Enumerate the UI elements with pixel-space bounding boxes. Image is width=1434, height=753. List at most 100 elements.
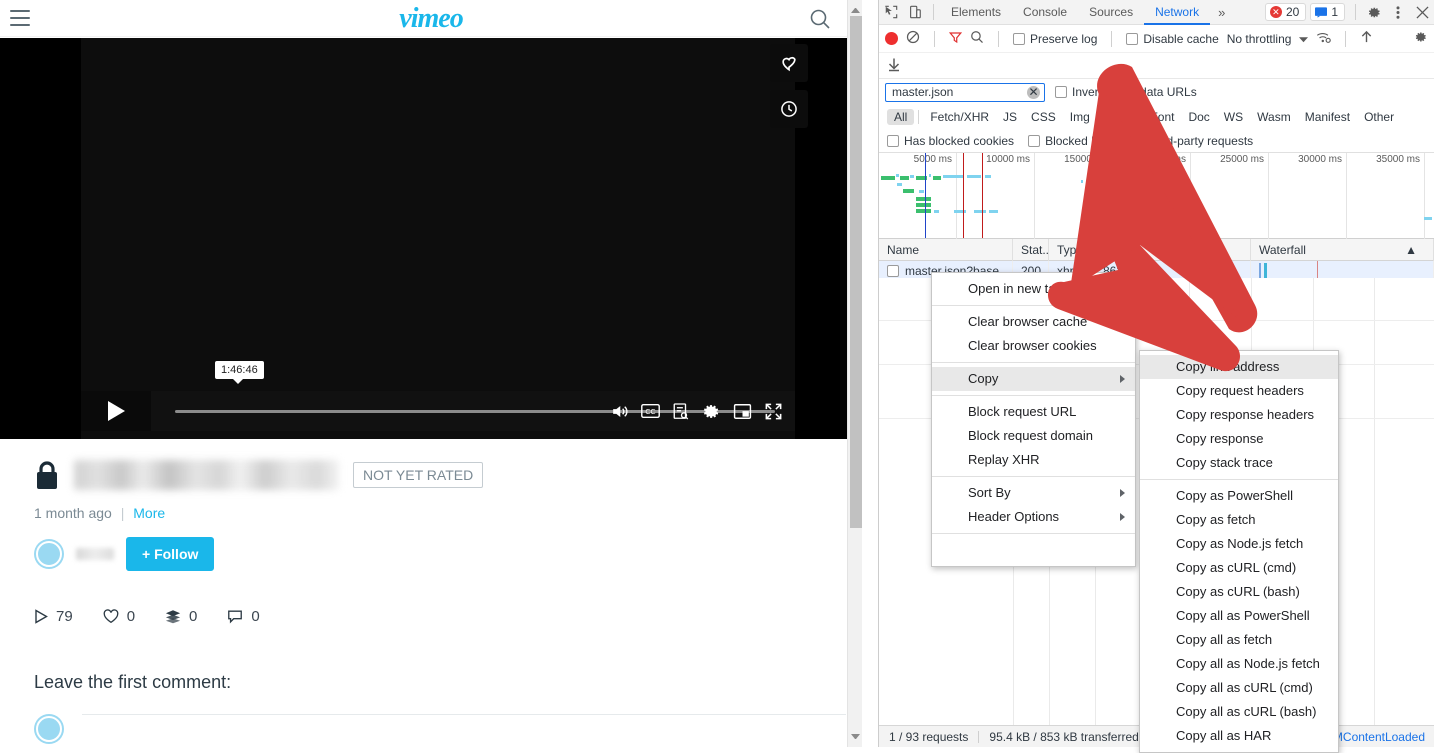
- type-filter-img[interactable]: Img: [1063, 109, 1097, 125]
- close-icon[interactable]: [1410, 0, 1434, 25]
- scroll-down-icon[interactable]: [851, 734, 860, 743]
- column-initiator[interactable]: Initiator: [1095, 238, 1189, 261]
- chevron-down-icon[interactable]: [1299, 32, 1309, 46]
- fullscreen-icon[interactable]: [764, 402, 783, 421]
- submenu-copy-as-powershell[interactable]: Copy as PowerShell: [1140, 484, 1338, 508]
- third-party-requests-checkbox[interactable]: 3rd-party requests: [1156, 134, 1253, 148]
- scrollbar-thumb[interactable]: [850, 16, 862, 528]
- play-button[interactable]: [81, 391, 151, 431]
- video-player[interactable]: 1:46:46 CC: [0, 38, 862, 439]
- ctx-header-options[interactable]: Header Options: [932, 505, 1135, 529]
- tab-console[interactable]: Console: [1012, 0, 1078, 25]
- more-options-icon[interactable]: [1386, 0, 1410, 25]
- submenu-copy-all-as-curl-bash[interactable]: Copy all as cURL (bash): [1140, 700, 1338, 724]
- submenu-copy-as-nodejs-fetch[interactable]: Copy as Node.js fetch: [1140, 532, 1338, 556]
- throttling-select[interactable]: No throttling: [1227, 32, 1292, 46]
- clear-filter-icon[interactable]: ✕: [1027, 85, 1040, 99]
- type-filter-wasm[interactable]: Wasm: [1250, 109, 1298, 125]
- type-filter-manifest[interactable]: Manifest: [1298, 109, 1357, 125]
- stat-comments[interactable]: 0: [227, 608, 260, 625]
- record-icon[interactable]: [885, 32, 898, 45]
- submenu-copy-all-as-curl-cmd[interactable]: Copy all as cURL (cmd): [1140, 676, 1338, 700]
- ctx-sort-by[interactable]: Sort By: [932, 481, 1135, 505]
- submenu-copy-all-as-nodejs-fetch[interactable]: Copy all as Node.js fetch: [1140, 652, 1338, 676]
- submenu-copy-all-as-fetch[interactable]: Copy all as fetch: [1140, 628, 1338, 652]
- gear-icon[interactable]: [702, 402, 721, 421]
- row-checkbox[interactable]: [887, 265, 899, 277]
- column-time[interactable]: Time: [1189, 238, 1251, 261]
- tab-elements[interactable]: Elements: [940, 0, 1012, 25]
- submenu-copy-response-headers[interactable]: Copy response headers: [1140, 403, 1338, 427]
- submenu-copy-as-curl-cmd[interactable]: Copy as cURL (cmd): [1140, 556, 1338, 580]
- type-filter-ws[interactable]: WS: [1217, 109, 1250, 125]
- network-context-menu[interactable]: Open in new tab Clear browser cache Clea…: [931, 272, 1136, 567]
- tab-sources[interactable]: Sources: [1078, 0, 1144, 25]
- submenu-copy-link-address[interactable]: Copy link address: [1140, 355, 1338, 379]
- ctx-clear-browser-cookies[interactable]: Clear browser cookies: [932, 334, 1135, 358]
- ctx-copy[interactable]: Copy: [932, 367, 1135, 391]
- import-har-icon[interactable]: [1360, 30, 1373, 47]
- comment-input[interactable]: [82, 714, 846, 744]
- type-filter-css[interactable]: CSS: [1024, 109, 1063, 125]
- tab-network[interactable]: Network: [1144, 0, 1211, 25]
- search-icon[interactable]: [808, 7, 832, 31]
- video-stage[interactable]: [81, 38, 808, 439]
- submenu-copy-request-headers[interactable]: Copy request headers: [1140, 379, 1338, 403]
- message-count-badge[interactable]: 1: [1310, 3, 1345, 21]
- ctx-save-all-as-har[interactable]: [932, 538, 1135, 562]
- type-filter-doc[interactable]: Doc: [1181, 109, 1216, 125]
- more-link[interactable]: More: [133, 505, 165, 521]
- search-icon[interactable]: [970, 30, 984, 47]
- filter-input[interactable]: master.json ✕: [885, 82, 1045, 102]
- avatar[interactable]: [34, 539, 64, 569]
- more-tabs-icon[interactable]: »: [1210, 5, 1233, 20]
- preserve-log-checkbox[interactable]: Preserve log: [1013, 32, 1097, 46]
- error-count-badge[interactable]: ✕ 20: [1264, 3, 1307, 21]
- closed-captions-icon[interactable]: CC: [641, 403, 660, 419]
- has-blocked-cookies-checkbox[interactable]: Has blocked cookies: [887, 134, 1014, 148]
- stat-collections[interactable]: 0: [165, 608, 197, 625]
- ctx-block-request-url[interactable]: Block request URL: [932, 400, 1135, 424]
- device-toolbar-icon[interactable]: [903, 0, 927, 25]
- network-conditions-icon[interactable]: [1316, 31, 1332, 47]
- submenu-copy-all-as-har[interactable]: Copy all as HAR: [1140, 724, 1338, 748]
- column-name[interactable]: Name: [879, 238, 1013, 261]
- submenu-copy-all-as-powershell[interactable]: Copy all as PowerShell: [1140, 604, 1338, 628]
- type-filter-font[interactable]: Font: [1143, 109, 1181, 125]
- vimeo-logo[interactable]: vimeo: [0, 3, 862, 35]
- invert-checkbox[interactable]: Invert: [1055, 85, 1102, 99]
- scroll-up-icon[interactable]: [851, 4, 860, 13]
- progress-bar[interactable]: 1:46:46 CC: [151, 361, 795, 431]
- picture-in-picture-icon[interactable]: [733, 403, 752, 420]
- network-settings-icon[interactable]: [1414, 30, 1428, 47]
- column-waterfall[interactable]: Waterfall ▲: [1251, 238, 1434, 261]
- ctx-block-request-domain[interactable]: Block request domain: [932, 424, 1135, 448]
- volume-icon[interactable]: [610, 402, 629, 421]
- export-har-icon[interactable]: [887, 57, 901, 75]
- page-scrollbar[interactable]: [847, 0, 862, 747]
- ctx-clear-browser-cache[interactable]: Clear browser cache: [932, 310, 1135, 334]
- ctx-open-in-new-tab[interactable]: Open in new tab: [932, 277, 1135, 301]
- disable-cache-checkbox[interactable]: Disable cache: [1126, 32, 1219, 46]
- network-overview-timeline[interactable]: 5000 ms 10000 ms 15000 ms 20000 ms 25000…: [879, 153, 1434, 239]
- stat-plays[interactable]: 79: [34, 608, 73, 625]
- blocked-requests-checkbox[interactable]: Blocked Requests: [1028, 134, 1142, 148]
- inspect-element-icon[interactable]: [879, 0, 903, 25]
- hide-data-urls-checkbox[interactable]: Hide data URLs: [1112, 85, 1197, 99]
- filter-icon[interactable]: [948, 31, 963, 47]
- player-controls[interactable]: 1:46:46 CC: [81, 361, 795, 431]
- submenu-copy-as-fetch[interactable]: Copy as fetch: [1140, 508, 1338, 532]
- type-filter-fetch-xhr[interactable]: Fetch/XHR: [923, 109, 996, 125]
- uploader-name[interactable]: [76, 548, 114, 560]
- like-button[interactable]: [770, 44, 808, 82]
- sort-ascending-icon[interactable]: ▲: [1405, 239, 1417, 261]
- gear-icon[interactable]: [1362, 0, 1386, 25]
- type-filter-js[interactable]: JS: [996, 109, 1024, 125]
- submenu-copy-response[interactable]: Copy response: [1140, 427, 1338, 451]
- type-filter-media[interactable]: Media: [1097, 109, 1144, 125]
- ctx-replay-xhr[interactable]: Replay XHR: [932, 448, 1135, 472]
- type-filter-all[interactable]: All: [887, 109, 915, 125]
- transcript-icon[interactable]: [672, 402, 690, 421]
- stat-likes[interactable]: 0: [103, 608, 135, 625]
- type-filter-other[interactable]: Other: [1357, 109, 1401, 125]
